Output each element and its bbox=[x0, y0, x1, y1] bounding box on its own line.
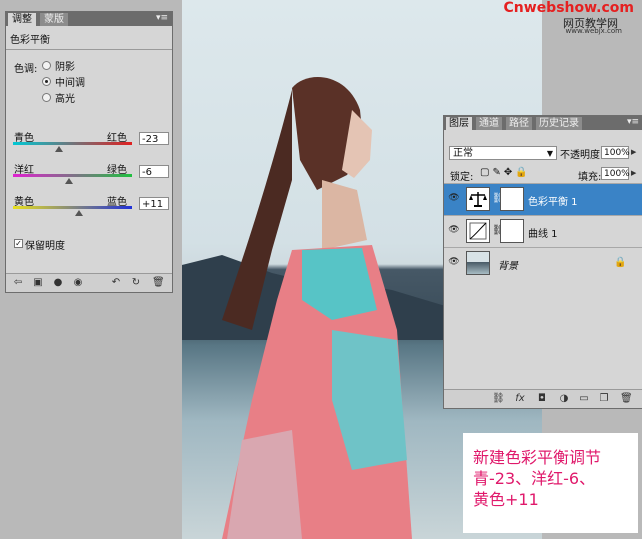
watermark-logo: Cnwebshow.com 网页教学网 www.webjx.com bbox=[504, 0, 642, 36]
radio-label: 高光 bbox=[55, 94, 75, 105]
adjustments-tab-bar: 调整 蒙版 ▾≡ bbox=[6, 12, 172, 26]
layers-tab-bar: 图层 通道 路径 历史记录 ▾≡ bbox=[444, 116, 642, 130]
fill-input[interactable]: 100% bbox=[601, 167, 630, 180]
tab-adjustments[interactable]: 调整 bbox=[8, 13, 36, 26]
eye-icon[interactable]: 👁 bbox=[448, 225, 460, 237]
panel-menu-icon[interactable]: ▾≡ bbox=[156, 13, 168, 23]
adjustments-panel: 调整 蒙版 ▾≡ 色彩平衡 色调: 阴影 中间调 高光 青色 红色 -23 洋红… bbox=[5, 11, 173, 293]
cyan-red-track[interactable] bbox=[13, 142, 132, 145]
yellow-blue-value[interactable]: +11 bbox=[139, 197, 169, 210]
fit-icon[interactable]: ▣ bbox=[32, 277, 44, 288]
tone-label: 色调: bbox=[14, 64, 38, 75]
adjustments-bottom-bar: ⇦ ▣ ● ◉ ↶ ↻ 🗑 bbox=[6, 273, 172, 292]
reset-icon[interactable]: ↶ bbox=[110, 277, 122, 288]
caption-box: 新建色彩平衡调节 青-23、洋红-6、 黄色+11 bbox=[463, 433, 638, 533]
layers-panel: 图层 通道 路径 历史记录 ▾≡ 正常 ▼ 不透明度: 100% ▶ 锁定: ▢… bbox=[443, 115, 642, 409]
yellow-blue-track[interactable] bbox=[13, 206, 132, 209]
radio-label: 阴影 bbox=[55, 62, 75, 73]
caption-line: 青-23、洋红-6、 bbox=[473, 469, 596, 488]
background-thumbnail bbox=[466, 251, 490, 275]
divider bbox=[6, 49, 172, 50]
radio-button[interactable] bbox=[42, 93, 51, 102]
magenta-green-thumb[interactable] bbox=[64, 178, 73, 184]
layer-row-curves[interactable]: 👁 ⛓ 曲线 1 bbox=[444, 215, 642, 247]
curves-adjustment-icon bbox=[466, 219, 490, 243]
magenta-green-track[interactable] bbox=[13, 174, 132, 177]
tab-layers[interactable]: 图层 bbox=[446, 117, 472, 130]
clip-icon[interactable]: ● bbox=[52, 277, 64, 288]
group-folder-icon[interactable]: ▭ bbox=[578, 393, 590, 404]
yellow-blue-thumb[interactable] bbox=[75, 210, 84, 216]
radio-label: 中间调 bbox=[55, 78, 85, 89]
layer-row-color-balance[interactable]: 👁 ⛓ 色彩平衡 1 bbox=[444, 183, 642, 215]
tab-history[interactable]: 历史记录 bbox=[536, 117, 582, 130]
cyan-red-thumb[interactable] bbox=[54, 146, 63, 152]
caption-line: 黄色+11 bbox=[473, 490, 539, 509]
panel-title: 色彩平衡 bbox=[10, 35, 50, 46]
preserve-luminosity-checkbox[interactable]: ✓ bbox=[14, 239, 23, 248]
layers-menu-icon[interactable]: ▾≡ bbox=[627, 117, 639, 127]
refresh-icon[interactable]: ↻ bbox=[130, 277, 142, 288]
opacity-arrow-icon[interactable]: ▶ bbox=[631, 146, 639, 159]
adjustment-layer-icon[interactable]: ◑ bbox=[558, 393, 570, 404]
fill-arrow-icon[interactable]: ▶ bbox=[631, 167, 639, 180]
blend-mode-value: 正常 bbox=[453, 148, 473, 159]
trash-icon[interactable]: 🗑 bbox=[620, 393, 633, 404]
lock-icon: 🔒 bbox=[614, 257, 627, 268]
blend-mode-select[interactable]: 正常 ▼ bbox=[449, 146, 557, 160]
fx-icon[interactable]: fx bbox=[514, 393, 526, 404]
layer-mask-thumbnail[interactable] bbox=[500, 219, 524, 243]
new-layer-icon[interactable]: ❐ bbox=[598, 393, 610, 404]
back-arrow-icon[interactable]: ⇦ bbox=[12, 277, 24, 288]
brand-text: Cnwebshow.com bbox=[503, 0, 634, 16]
magenta-green-value[interactable]: -6 bbox=[139, 165, 169, 178]
eye-icon[interactable]: 👁 bbox=[448, 193, 460, 205]
radio-midtones[interactable]: 中间调 bbox=[42, 75, 85, 89]
eye-icon[interactable]: 👁 bbox=[448, 257, 460, 269]
tab-paths[interactable]: 路径 bbox=[506, 117, 532, 130]
layer-row-background[interactable]: 👁 背景 🔒 bbox=[444, 247, 642, 279]
layer-mask-thumbnail[interactable] bbox=[500, 187, 524, 211]
fill-label: 填充: bbox=[578, 172, 602, 183]
radio-shadows[interactable]: 阴影 bbox=[42, 59, 75, 73]
radio-highlights[interactable]: 高光 bbox=[42, 91, 75, 105]
layer-name: 色彩平衡 1 bbox=[528, 197, 578, 208]
chevron-down-icon: ▼ bbox=[546, 149, 553, 158]
radio-button[interactable] bbox=[42, 61, 51, 70]
balance-adjustment-icon bbox=[466, 187, 490, 211]
eye-icon[interactable]: ◉ bbox=[72, 277, 84, 288]
cyan-red-value[interactable]: -23 bbox=[139, 132, 169, 145]
tab-channels[interactable]: 通道 bbox=[476, 117, 502, 130]
trash-icon[interactable]: 🗑 bbox=[152, 277, 165, 288]
layers-bottom-bar: ⛓ fx ◘ ◑ ▭ ❐ 🗑 bbox=[444, 389, 642, 408]
opacity-label: 不透明度: bbox=[560, 150, 604, 161]
layer-name: 曲线 1 bbox=[528, 229, 558, 240]
tab-masks[interactable]: 蒙版 bbox=[40, 13, 68, 26]
opacity-input[interactable]: 100% bbox=[601, 146, 630, 159]
add-mask-icon[interactable]: ◘ bbox=[536, 393, 548, 404]
brand-url: www.webjx.com bbox=[565, 27, 623, 35]
radio-button[interactable] bbox=[42, 77, 51, 86]
lock-icons[interactable]: ▢✎✥🔒 bbox=[480, 167, 531, 178]
link-layers-icon[interactable]: ⛓ bbox=[492, 393, 505, 404]
lock-label: 锁定: bbox=[450, 172, 474, 183]
caption-line: 新建色彩平衡调节 bbox=[473, 448, 602, 467]
preserve-luminosity-label: 保留明度 bbox=[25, 241, 65, 252]
layer-name: 背景 bbox=[498, 261, 518, 272]
